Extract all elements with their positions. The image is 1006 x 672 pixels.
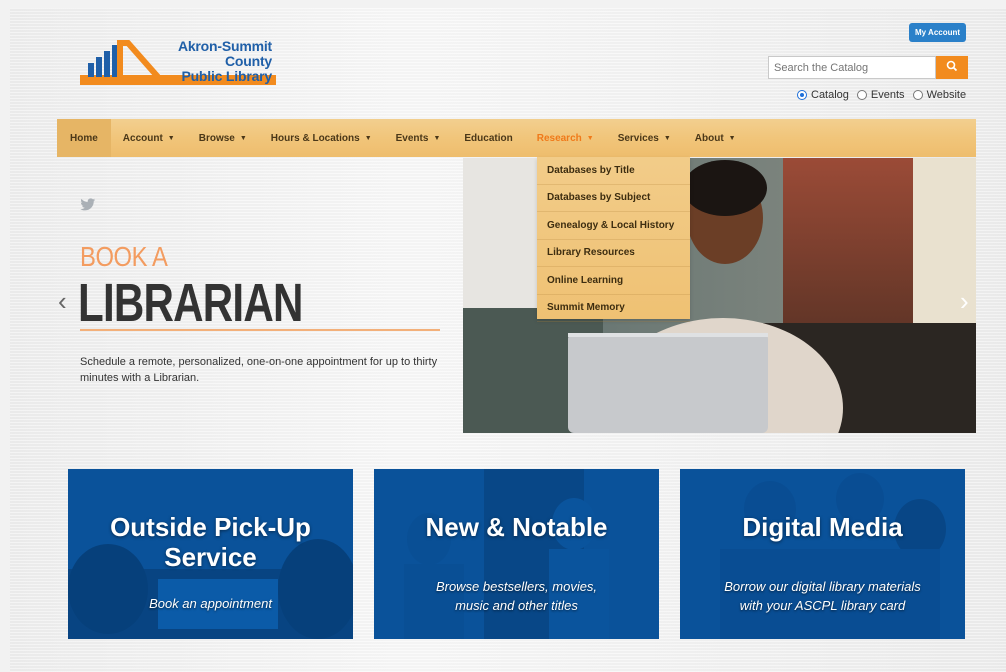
nav-hours-locations[interactable]: Hours & Locations ▼: [259, 119, 384, 157]
nav-home[interactable]: Home: [57, 119, 111, 157]
tile-digital-media-subtitle: Borrow our digital library materials wit…: [680, 577, 965, 615]
nav-about[interactable]: About ▼: [683, 119, 748, 157]
nav-education[interactable]: Education: [452, 119, 524, 157]
nav-about-label: About: [694, 132, 724, 144]
radio-catalog-label: Catalog: [811, 89, 849, 101]
tile-digital-media[interactable]: Digital Media Borrow our digital library…: [680, 469, 965, 639]
library-name-line2: Public Library: [181, 68, 272, 84]
radio-website-indicator[interactable]: [912, 90, 923, 100]
hero-description: Schedule a remote, personalized, one-on-…: [80, 356, 438, 384]
tile-digital-media-subtitle-line1: Borrow our digital library materials: [724, 579, 921, 594]
nav-services[interactable]: Services ▼: [606, 119, 683, 157]
nav-services-label: Services: [617, 132, 659, 144]
carousel-prev-arrow-icon[interactable]: ‹: [58, 286, 67, 317]
nav-research[interactable]: Research ▼: [525, 119, 606, 157]
menu-item-genealogy-local-history[interactable]: Genealogy & Local History: [537, 212, 690, 240]
nav-hours-label: Hours & Locations: [270, 132, 360, 144]
chevron-down-icon: ▼: [239, 134, 247, 142]
menu-item-summit-memory[interactable]: Summit Memory: [537, 295, 690, 322]
library-name-line1: Akron-Summit County: [177, 38, 272, 69]
tile-new-notable-subtitle: Browse bestsellers, movies, music and ot…: [374, 577, 659, 615]
chevron-down-icon: ▼: [433, 134, 441, 142]
main-nav: Home Account ▼ Browse ▼ Hours & Locations ▼…: [57, 119, 976, 157]
tile-outside-pickup-title: Outside Pick-Up Service: [68, 512, 353, 572]
nav-events-label: Events: [395, 132, 429, 144]
nav-account-label: Account: [122, 132, 163, 144]
nav-education-label: Education: [464, 132, 513, 144]
search-scope-radios: Catalog Events Website: [797, 89, 966, 101]
nav-research-label: Research: [536, 132, 582, 144]
hero-kicker: BOOK A: [80, 241, 168, 272]
research-dropdown-menu: Databases by Title Databases by Subject …: [537, 157, 690, 322]
search-icon: [946, 60, 958, 72]
tile-digital-media-title: Digital Media: [742, 512, 903, 542]
radio-website-label: Website: [926, 89, 967, 101]
catalog-search-input[interactable]: [768, 56, 936, 79]
carousel-next-arrow-icon[interactable]: ›: [960, 286, 969, 317]
nav-browse-label: Browse: [198, 132, 235, 144]
chevron-down-icon: ▼: [663, 134, 671, 142]
chevron-down-icon: ▼: [167, 134, 175, 142]
menu-item-databases-by-title[interactable]: Databases by Title: [537, 157, 690, 185]
chevron-down-icon: ▼: [728, 134, 736, 142]
my-account-button[interactable]: My Account: [909, 23, 967, 42]
tile-outside-pickup-title-line2: Service: [164, 542, 257, 572]
tile-new-notable[interactable]: New & Notable Browse bestsellers, movies…: [374, 469, 659, 639]
twitter-icon[interactable]: [80, 198, 96, 212]
nav-account[interactable]: Account ▼: [111, 119, 187, 157]
menu-item-library-resources[interactable]: Library Resources: [537, 240, 690, 267]
nav-events[interactable]: Events ▼: [384, 119, 453, 157]
radio-catalog[interactable]: Catalog: [797, 89, 849, 101]
radio-events-label: Events: [870, 89, 905, 101]
hero-title: LIBRARIAN: [78, 273, 303, 333]
menu-item-online-learning[interactable]: Online Learning: [537, 267, 690, 295]
nav-browse[interactable]: Browse ▼: [187, 119, 259, 157]
library-name: Akron-Summit County Public Library: [138, 39, 272, 84]
radio-catalog-indicator[interactable]: [797, 90, 807, 100]
hero-divider: [80, 329, 440, 331]
nav-home-label: Home: [70, 132, 98, 144]
page: Akron-Summit County Public Library My Ac…: [10, 8, 1006, 672]
search-button[interactable]: [936, 56, 968, 79]
tile-new-notable-subtitle-line1: Browse bestsellers, movies,: [435, 579, 598, 594]
radio-events[interactable]: Events: [856, 89, 905, 101]
tile-outside-pickup[interactable]: Outside Pick-Up Service Book an appointm…: [68, 469, 353, 639]
tile-new-notable-title: New & Notable: [425, 512, 608, 542]
tile-outside-pickup-title-line1: Outside Pick-Up: [110, 512, 311, 542]
tile-new-notable-subtitle-line2: music and other titles: [455, 598, 578, 613]
tile-digital-media-subtitle-line2: with your ASCPL library card: [739, 598, 906, 613]
radio-events-indicator[interactable]: [856, 90, 867, 100]
chevron-down-icon: ▼: [586, 134, 594, 142]
chevron-down-icon: ▼: [364, 134, 372, 142]
radio-website[interactable]: Website: [912, 89, 967, 101]
tile-outside-pickup-subtitle: Book an appointment: [149, 596, 272, 611]
menu-item-databases-by-subject[interactable]: Databases by Subject: [537, 185, 690, 212]
